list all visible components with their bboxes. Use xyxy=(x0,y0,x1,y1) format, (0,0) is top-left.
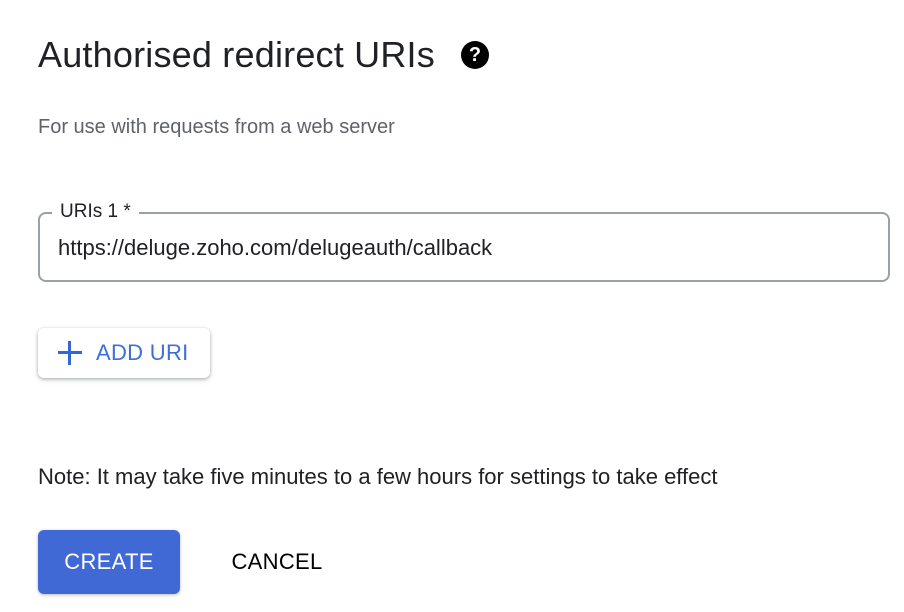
add-uri-label: ADD URI xyxy=(96,340,189,365)
add-uri-button[interactable]: ADD URI xyxy=(38,328,210,378)
section-subtitle: For use with requests from a web server xyxy=(38,116,395,138)
uri-field[interactable]: URIs 1 * https://deluge.zoho.com/delugea… xyxy=(38,199,890,282)
create-button[interactable]: CREATE xyxy=(38,530,180,594)
section-title: Authorised redirect URIs xyxy=(38,34,435,75)
settings-note: Note: It may take five minutes to a few … xyxy=(38,464,718,489)
help-icon[interactable]: ? xyxy=(460,41,489,69)
uri-field-label: URIs 1 * xyxy=(52,199,139,225)
uri-input[interactable]: https://deluge.zoho.com/delugeauth/callb… xyxy=(58,234,492,262)
section-header: Authorised redirect URIs ? xyxy=(38,34,489,76)
plus-icon xyxy=(58,341,82,365)
cancel-button[interactable]: CANCEL xyxy=(212,530,342,594)
